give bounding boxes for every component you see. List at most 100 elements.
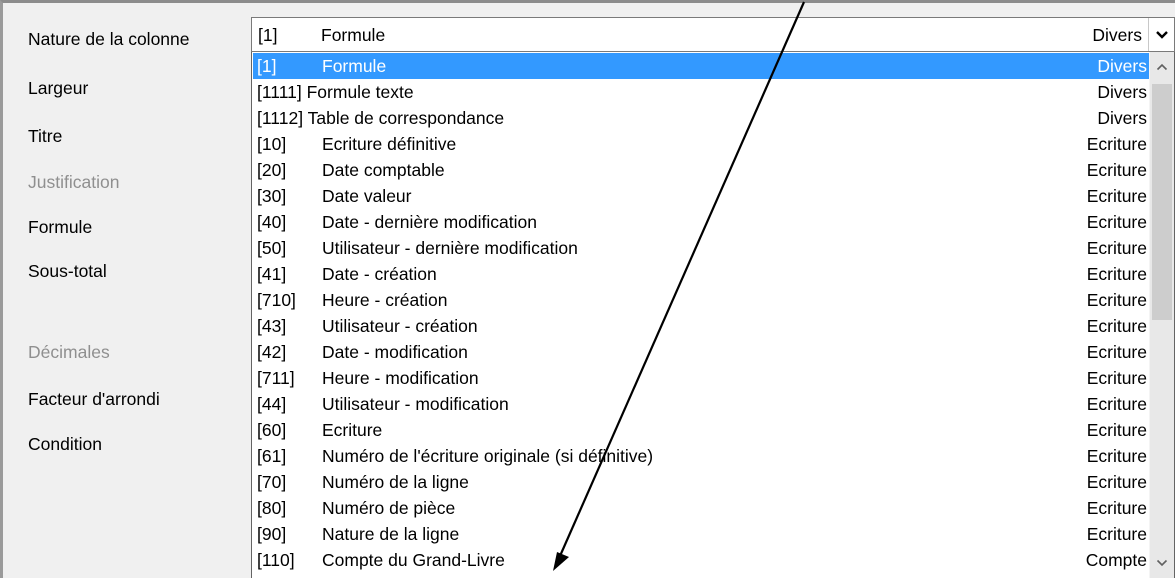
list-item[interactable]: [1112] Table de correspondance Divers — [253, 105, 1149, 131]
list-item[interactable]: [710] Heure - création Ecriture — [253, 287, 1149, 313]
list-item[interactable]: [43] Utilisateur - création Ecriture — [253, 313, 1149, 339]
list-item-name: Date valeur — [322, 186, 412, 206]
list-item-code: [1112] Table de correspondance — [257, 108, 505, 128]
list-item-category: Ecriture — [1086, 342, 1147, 362]
list-item-category: Ecriture — [1086, 238, 1147, 258]
list-item-name: Utilisateur - modification — [322, 394, 509, 414]
list-item-category: Ecriture — [1086, 524, 1147, 544]
label-decimales: Décimales — [28, 342, 110, 362]
list-item-name: Date - modification — [322, 342, 468, 362]
label-titre: Titre — [28, 126, 63, 146]
list-item[interactable]: [110] Compte du Grand-Livre Compte — [253, 547, 1149, 573]
list-item[interactable]: [40] Date - dernière modification Ecriture — [253, 209, 1149, 235]
list-item-code: [42] — [257, 342, 287, 362]
list-item-category: Ecriture — [1086, 394, 1147, 414]
list-item-name: Date - création — [322, 264, 437, 284]
combo-selected-category: Divers — [1092, 25, 1142, 45]
list-item-code: [711] — [257, 368, 295, 388]
list-item[interactable]: [61] Numéro de l'écriture originale (si d… — [253, 443, 1149, 469]
list-item-name: Ecriture définitive — [322, 134, 457, 154]
list-item[interactable]: [50] Utilisateur - dernière modification E… — [253, 235, 1149, 261]
list-item[interactable]: [60] Ecriture Ecriture — [253, 417, 1149, 443]
list-item-code: [50] — [257, 238, 287, 258]
list-item-name: Numéro de l'écriture originale (si défin… — [322, 446, 654, 466]
list-item-code: [43] — [257, 316, 287, 336]
list-item-name: Heure - modification — [322, 368, 479, 388]
list-item-name: Formule — [322, 56, 387, 76]
list-item-name: Utilisateur - création — [322, 316, 478, 336]
list-item[interactable]: [90] Nature de la ligne Ecriture — [253, 521, 1149, 547]
list-item-category: Ecriture — [1086, 264, 1147, 284]
list-item[interactable]: [1111] Formule texte Divers — [253, 79, 1149, 105]
combo-selected-name: Formule — [321, 25, 386, 45]
nature-colonne-combobox[interactable]: [1] Formule Divers — [251, 17, 1175, 52]
list-item[interactable]: [20] Date comptable Ecriture — [253, 157, 1149, 183]
list-item-code: [80] — [257, 498, 287, 518]
list-item-code: [30] — [257, 186, 287, 206]
label-sous-total: Sous-total — [28, 261, 107, 281]
label-condition: Condition — [28, 434, 102, 454]
list-item[interactable]: [30] Date valeur Ecriture — [253, 183, 1149, 209]
list-item-code: [1] — [257, 56, 277, 76]
list-item[interactable]: [80] Numéro de pièce Ecriture — [253, 495, 1149, 521]
list-item-code: [61] — [257, 446, 287, 466]
label-largeur: Largeur — [28, 78, 89, 98]
list-item-code: [1111] Formule texte — [257, 82, 414, 102]
scrollbar-thumb[interactable] — [1152, 84, 1172, 320]
list-item-name: Nature de la ligne — [322, 524, 460, 544]
list-item-name: Date - dernière modification — [322, 212, 537, 232]
list-item-code: [710] — [257, 290, 296, 310]
list-item-name: Ecriture — [322, 420, 383, 440]
list-scrollbar[interactable] — [1149, 52, 1174, 578]
nature-dropdown-list[interactable]: [1] Formule Divers [1111] Formule texte Dive… — [251, 52, 1175, 578]
list-item-name: Numéro de pièce — [322, 498, 456, 518]
combo-selected-code: [1] — [258, 25, 278, 45]
list-item-category: Compte — [1085, 550, 1147, 570]
list-item-name: Date comptable — [322, 160, 445, 180]
list-item[interactable]: [70] Numéro de la ligne Ecriture — [253, 469, 1149, 495]
list-item-name: Numéro de la ligne — [322, 472, 469, 492]
label-formule: Formule — [28, 217, 93, 237]
list-item-category: Ecriture — [1086, 498, 1147, 518]
list-item[interactable]: [44] Utilisateur - modification Ecriture — [253, 391, 1149, 417]
list-item-category: Divers — [1097, 108, 1147, 128]
list-item[interactable]: [10] Ecriture définitive Ecriture — [253, 131, 1149, 157]
list-item-category: Ecriture — [1086, 186, 1147, 206]
list-item-category: Ecriture — [1086, 316, 1147, 336]
combo-dropdown-button[interactable] — [1148, 18, 1174, 51]
list-item-code: [20] — [257, 160, 287, 180]
chevron-down-icon — [1156, 559, 1168, 567]
list-item-category: Ecriture — [1086, 420, 1147, 440]
chevron-down-icon — [1155, 30, 1168, 39]
list-item-code: [10] — [257, 134, 287, 154]
list-item-code: [60] — [257, 420, 287, 440]
list-item[interactable]: [42] Date - modification Ecriture — [253, 339, 1149, 365]
list-item[interactable]: [1] Formule Divers — [253, 53, 1149, 79]
chevron-up-icon — [1156, 63, 1168, 71]
list-item-category: Divers — [1097, 56, 1147, 76]
list-item-code: [110] — [257, 550, 295, 570]
list-item-code: [41] — [257, 264, 287, 284]
scroll-down-button[interactable] — [1150, 550, 1174, 576]
list-item-name: Utilisateur - dernière modification — [322, 238, 578, 258]
label-justification: Justification — [28, 172, 120, 192]
list-item-category: Ecriture — [1086, 290, 1147, 310]
list-item-code: [44] — [257, 394, 287, 414]
list-item-category: Ecriture — [1086, 134, 1147, 154]
list-item-name: Heure - création — [322, 290, 448, 310]
list-item-code: [70] — [257, 472, 287, 492]
list-item-category: Ecriture — [1086, 368, 1147, 388]
list-item-name: Compte du Grand-Livre — [322, 550, 505, 570]
list-item[interactable]: [711] Heure - modification Ecriture — [253, 365, 1149, 391]
list-item-category: Ecriture — [1086, 446, 1147, 466]
list-item-category: Ecriture — [1086, 212, 1147, 232]
list-item[interactable]: [41] Date - création Ecriture — [253, 261, 1149, 287]
scroll-up-button[interactable] — [1150, 54, 1174, 80]
label-nature-colonne: Nature de la colonne — [28, 29, 190, 49]
list-item-category: Divers — [1097, 82, 1147, 102]
list-item-category: Ecriture — [1086, 472, 1147, 492]
list-item-category: Ecriture — [1086, 160, 1147, 180]
list-item-code: [40] — [257, 212, 287, 232]
list-item-code: [90] — [257, 524, 287, 544]
label-facteur-arrondi: Facteur d'arrondi — [28, 389, 160, 409]
